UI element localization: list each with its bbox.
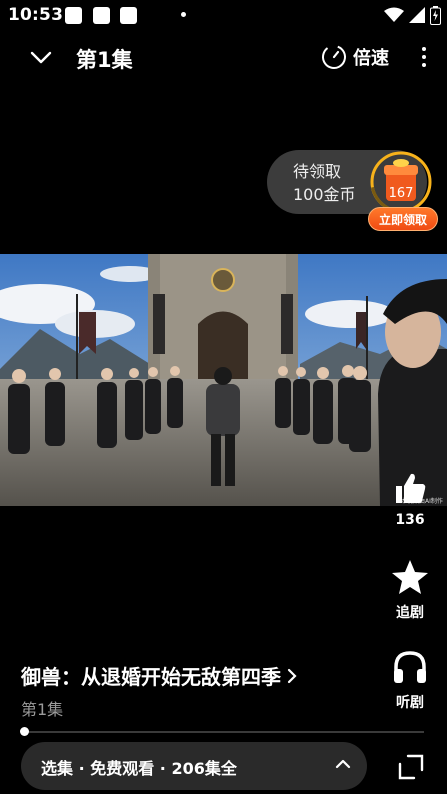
follow-drama-action[interactable]: 追剧 bbox=[380, 558, 440, 622]
like-count: 136 bbox=[395, 512, 425, 528]
signal-icon bbox=[409, 7, 425, 23]
progress-handle[interactable] bbox=[20, 727, 29, 736]
coin-box-icon bbox=[370, 151, 432, 213]
more-dots-icon bbox=[422, 47, 426, 51]
like-action[interactable]: 136 bbox=[380, 470, 440, 528]
progress-track[interactable] bbox=[24, 731, 424, 733]
claim-now-button[interactable]: 立即领取 bbox=[368, 207, 438, 231]
headphones-icon bbox=[394, 651, 426, 683]
reward-countdown: 167 bbox=[388, 186, 414, 201]
notification-icon bbox=[120, 7, 137, 24]
episode-selector-bar[interactable]: 选集 · 免费观看 · 206集全 bbox=[21, 742, 367, 790]
status-icons bbox=[384, 5, 441, 25]
top-bar: 第1集 倍速 bbox=[0, 36, 447, 80]
video-player[interactable]: 本视频由AI制作 bbox=[0, 254, 447, 506]
status-time: 10:53 bbox=[8, 5, 64, 25]
reward-amount-label: 100金币 bbox=[293, 185, 356, 204]
chevron-down-icon bbox=[30, 51, 52, 64]
more-options-button[interactable] bbox=[419, 44, 429, 70]
follow-drama-label: 追剧 bbox=[396, 605, 424, 621]
drama-title: 御兽：从退婚开始无敌第四季 bbox=[21, 665, 281, 689]
video-frame: 本视频由AI制作 bbox=[0, 254, 447, 506]
notification-dot-icon bbox=[181, 12, 186, 17]
coin-reward-widget[interactable]: 待领取 100金币 167 立即领取 bbox=[267, 149, 438, 232]
current-episode-label: 第1集 bbox=[21, 700, 64, 719]
speed-label: 倍速 bbox=[353, 48, 389, 69]
episode-selector-text: 选集 · 免费观看 · 206集全 bbox=[41, 759, 237, 778]
speed-icon bbox=[322, 45, 346, 69]
thumbs-up-icon bbox=[396, 473, 426, 503]
drama-title-link[interactable]: 御兽：从退婚开始无敌第四季 bbox=[21, 661, 297, 690]
reward-pending-label: 待领取 bbox=[293, 162, 342, 181]
status-bar: 10:53 bbox=[0, 0, 447, 30]
chevron-up-icon bbox=[335, 759, 351, 769]
fullscreen-icon[interactable] bbox=[398, 754, 424, 780]
speed-button[interactable]: 倍速 bbox=[321, 42, 389, 72]
notification-icon bbox=[65, 7, 82, 24]
listen-drama-label: 听剧 bbox=[396, 695, 424, 711]
chevron-right-icon bbox=[287, 668, 297, 683]
listen-drama-action[interactable]: 听剧 bbox=[380, 648, 440, 712]
wifi-icon bbox=[384, 7, 404, 22]
episode-title: 第1集 bbox=[76, 48, 133, 72]
star-icon bbox=[392, 560, 428, 594]
notification-icon bbox=[93, 7, 110, 24]
collapse-button[interactable] bbox=[26, 44, 56, 72]
battery-icon bbox=[430, 5, 441, 25]
